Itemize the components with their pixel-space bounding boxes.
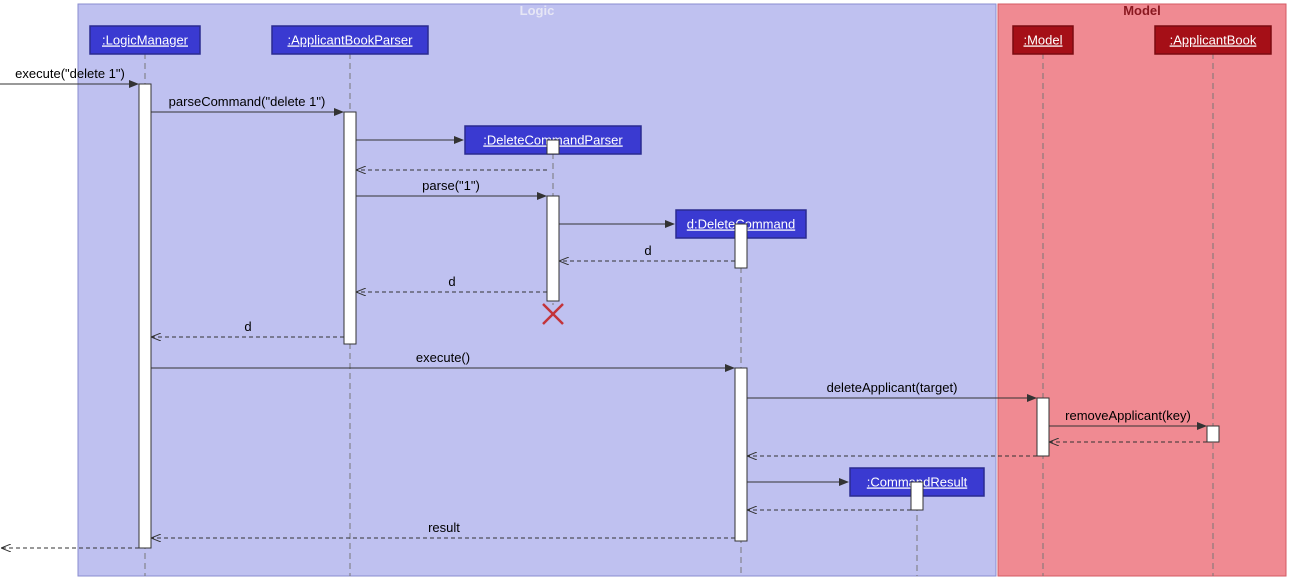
svg-text:removeApplicant(key): removeApplicant(key) [1065, 408, 1191, 423]
activation-delete-command-2 [735, 368, 747, 541]
svg-text::ApplicantBook: :ApplicantBook [1170, 32, 1257, 47]
activation-model [1037, 398, 1049, 456]
svg-text:deleteApplicant(target): deleteApplicant(target) [827, 380, 958, 395]
svg-text:parseCommand("delete 1"): parseCommand("delete 1") [169, 94, 326, 109]
region-model [998, 4, 1286, 576]
activation-applicant-book-parser [344, 112, 356, 344]
svg-text:result: result [428, 520, 460, 535]
sequence-diagram: Logic Model :LogicManager :ApplicantBook… [0, 0, 1290, 581]
svg-text::ApplicantBookParser: :ApplicantBookParser [287, 32, 413, 47]
region-model-label: Model [1123, 3, 1161, 18]
svg-text:parse("1"): parse("1") [422, 178, 480, 193]
svg-text:d: d [448, 274, 455, 289]
activation-command-result [911, 482, 923, 510]
svg-text:d: d [244, 319, 251, 334]
region-logic-label: Logic [520, 3, 555, 18]
activation-delete-command-parser-2 [547, 196, 559, 301]
activation-applicant-book [1207, 426, 1219, 442]
svg-text:execute("delete 1"): execute("delete 1") [15, 66, 125, 81]
activation-delete-command-parser-1 [547, 140, 559, 154]
svg-text::LogicManager: :LogicManager [102, 32, 189, 47]
activation-logic-manager [139, 84, 151, 548]
svg-text:d: d [644, 243, 651, 258]
svg-text::Model: :Model [1023, 32, 1062, 47]
activation-delete-command-1 [735, 224, 747, 268]
svg-text:execute(): execute() [416, 350, 470, 365]
